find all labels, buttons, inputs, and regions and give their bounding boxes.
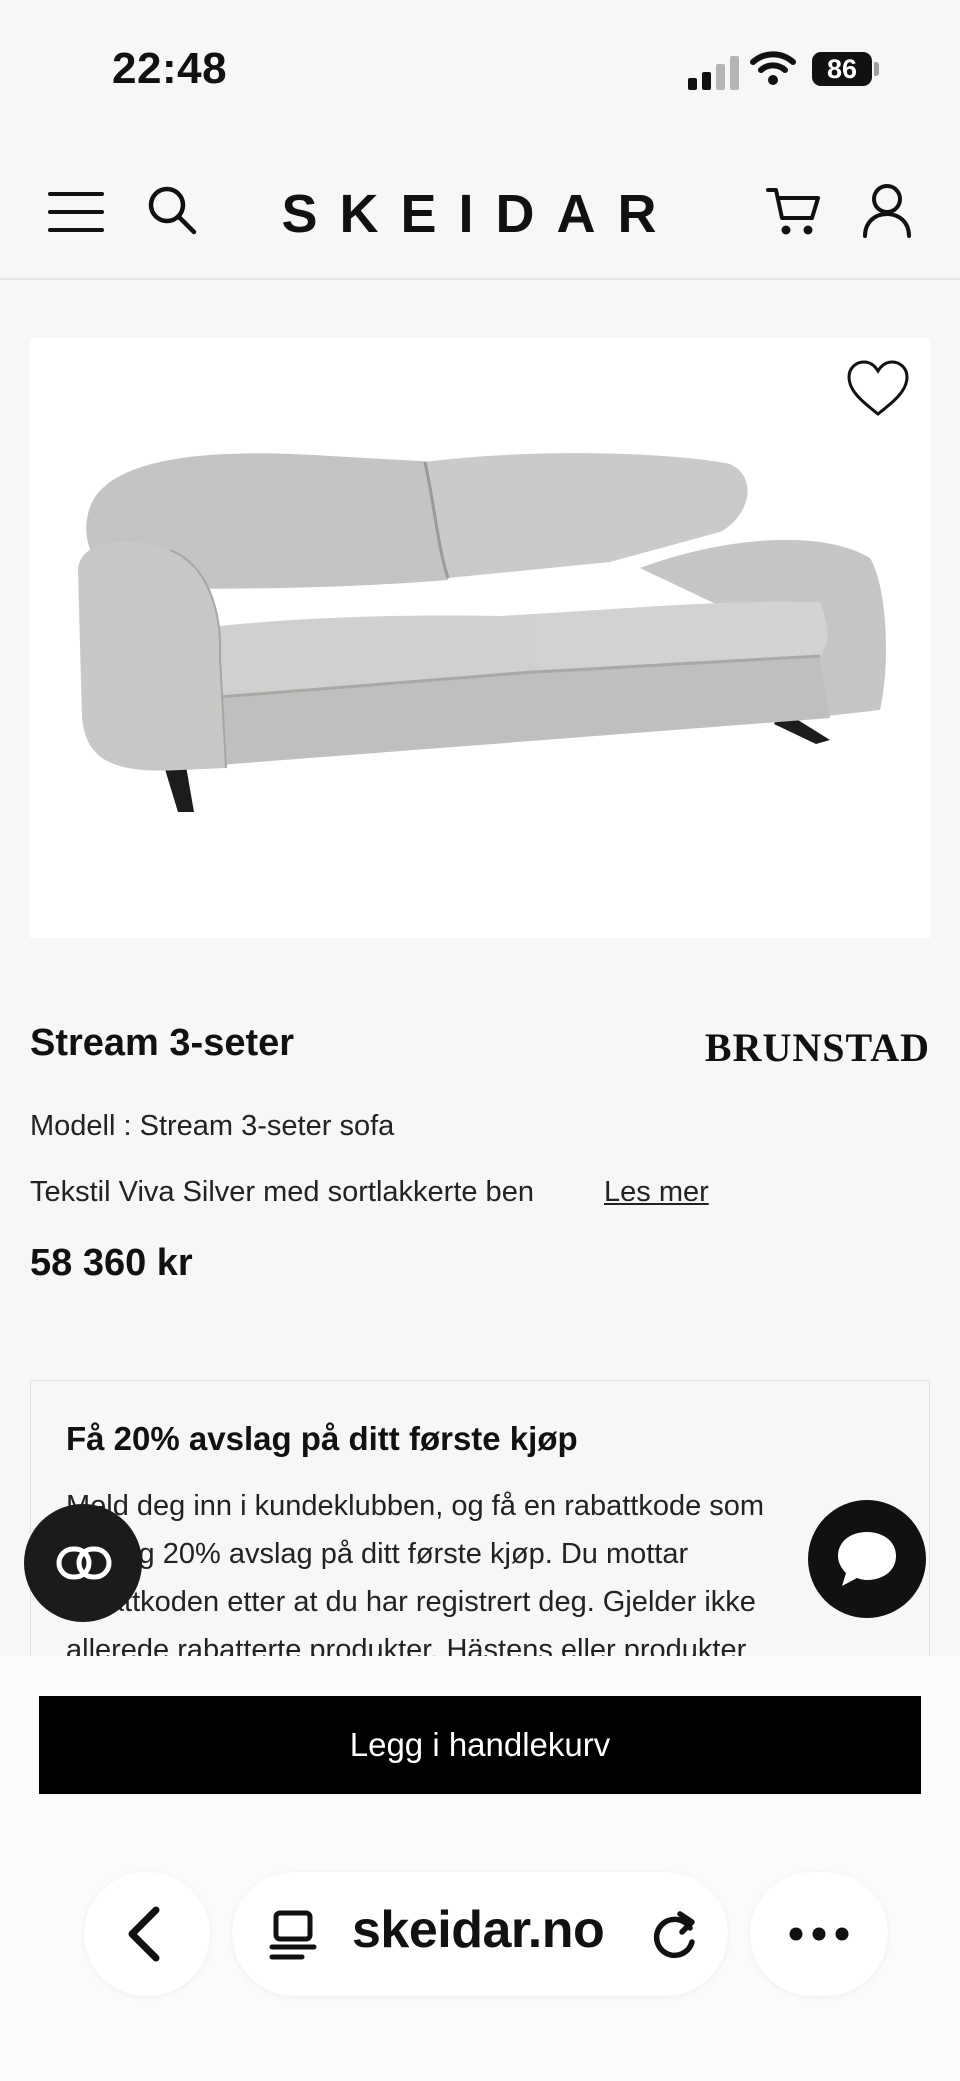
club-promo-text-line: gir deg 20% avslag på ditt første kjøp. … — [66, 1538, 689, 1570]
user-icon[interactable] — [862, 182, 912, 238]
link-float-button[interactable] — [24, 1504, 142, 1622]
chat-bubble-icon — [838, 1532, 896, 1586]
heart-icon[interactable] — [846, 360, 910, 418]
wifi-icon — [750, 51, 796, 85]
battery-cap — [874, 62, 879, 76]
search-icon[interactable] — [146, 184, 198, 236]
more-dots-icon — [789, 1927, 849, 1941]
back-chevron-icon — [128, 1906, 160, 1962]
product-title: Stream 3-seter — [30, 1022, 295, 1064]
read-more-link[interactable]: Les mer — [604, 1176, 709, 1209]
product-image-sofa — [78, 453, 886, 812]
url-text[interactable]: skeidar.no — [352, 1900, 605, 1960]
brand-logo[interactable]: BRUNSTAD — [690, 1024, 930, 1071]
cellular-signal-icon — [688, 56, 740, 90]
browser-back-button[interactable] — [84, 1872, 210, 1996]
club-promo-text-line: rabattkoden etter at du har registrert d… — [66, 1586, 756, 1618]
hamburger-menu-icon[interactable] — [48, 192, 104, 232]
club-promo-text-line: Meld deg inn i kundeklubben, og få en ra… — [66, 1490, 765, 1522]
product-image-card[interactable] — [30, 338, 930, 938]
chat-float-button[interactable] — [808, 1500, 926, 1618]
browser-more-button[interactable] — [750, 1872, 888, 1996]
reload-icon[interactable] — [650, 1908, 702, 1962]
add-to-cart-button[interactable]: Legg i handlekurv — [39, 1696, 921, 1794]
club-promo-title: Få 20% avslag på ditt første kjøp — [66, 1420, 578, 1457]
reader-mode-icon[interactable] — [268, 1910, 318, 1960]
battery-icon: 86 — [812, 52, 872, 86]
status-time: 22:48 — [112, 44, 228, 93]
cart-icon[interactable] — [766, 184, 822, 238]
product-price: 58 360 kr — [30, 1242, 193, 1284]
product-description: Tekstil Viva Silver med sortlakkerte ben — [30, 1176, 534, 1208]
link-icon — [56, 1546, 112, 1580]
product-model: Modell : Stream 3-seter sofa — [30, 1110, 395, 1142]
site-logo[interactable]: SKEIDAR — [240, 183, 720, 245]
